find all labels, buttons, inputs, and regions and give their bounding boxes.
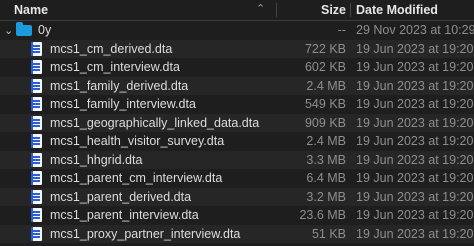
file-name: mcs1_proxy_partner_interview.dta — [50, 226, 241, 241]
file-row[interactable]: mcs1_parent_interview.dta 23.6 MB 19 Jun 2… — [0, 206, 474, 225]
folder-date-modified: 29 Nov 2023 at 10:29 — [356, 23, 474, 37]
folder-row[interactable]: ⌄ 0y -- 29 Nov 2023 at 10:29 — [0, 21, 474, 40]
folder-name: 0y — [38, 23, 52, 37]
column-divider[interactable] — [350, 3, 351, 17]
file-name: mcs1_family_derived.dta — [50, 78, 189, 93]
file-size: 2.4 MB — [306, 78, 346, 93]
date-modified-column-header[interactable]: Date Modified — [356, 3, 438, 17]
file-row[interactable]: mcs1_cm_derived.dta 722 KB 19 Jun 2023 at … — [0, 39, 474, 58]
file-date-modified: 19 Jun 2023 at 19:20 — [356, 78, 474, 93]
file-row[interactable]: mcs1_geographically_linked_data.dta 909 K… — [0, 113, 474, 132]
file-size: 51 KB — [311, 226, 346, 241]
file-size: 909 KB — [304, 115, 346, 130]
file-name: mcs1_cm_interview.dta — [50, 60, 180, 74]
file-row[interactable]: mcs1_proxy_partner_interview.dta 51 KB 19 … — [0, 224, 474, 243]
file-date-modified: 19 Jun 2023 at 19:20 — [356, 171, 474, 185]
folder-size: -- — [337, 23, 346, 37]
file-row[interactable]: mcs1_hhgrid.dta 3.3 MB 19 Jun 2023 at 19:2… — [0, 150, 474, 169]
folder-icon — [16, 22, 32, 36]
file-list: ⌄ 0y -- 29 Nov 2023 at 10:29 mcs1_cm_der… — [0, 21, 474, 243]
dta-file-icon — [31, 152, 42, 167]
file-date-modified: 19 Jun 2023 at 19:20 — [356, 41, 474, 56]
file-date-modified: 19 Jun 2023 at 19:20 — [356, 152, 474, 167]
file-date-modified: 19 Jun 2023 at 19:20 — [356, 115, 474, 130]
disclosure-chevron-down-icon[interactable]: ⌄ — [4, 24, 13, 37]
file-row[interactable]: mcs1_cm_interview.dta 602 KB 19 Jun 2023 a… — [0, 58, 474, 77]
column-header-bar: Name ⌃ Size Date Modified — [0, 0, 474, 21]
dta-file-icon — [31, 134, 42, 148]
size-column-header[interactable]: Size — [320, 3, 346, 17]
file-row[interactable]: mcs1_family_derived.dta 2.4 MB 19 Jun 2023… — [0, 76, 474, 95]
file-date-modified: 19 Jun 2023 at 19:20 — [356, 134, 474, 148]
file-size: 3.2 MB — [306, 189, 346, 204]
file-name: mcs1_health_visitor_survey.dta — [50, 134, 225, 148]
file-row[interactable]: mcs1_parent_derived.dta 3.2 MB 19 Jun 2023… — [0, 187, 474, 206]
file-size: 23.6 MB — [299, 208, 346, 222]
file-row[interactable]: mcs1_parent_cm_interview.dta 6.4 MB 19 Jun… — [0, 169, 474, 188]
dta-file-icon — [31, 60, 42, 74]
dta-file-icon — [31, 115, 42, 130]
dta-file-icon — [31, 78, 42, 93]
file-size: 722 KB — [304, 41, 346, 56]
dta-file-icon — [31, 41, 42, 56]
file-date-modified: 19 Jun 2023 at 19:20 — [356, 97, 474, 111]
file-name: mcs1_parent_cm_interview.dta — [50, 171, 223, 185]
file-name: mcs1_cm_derived.dta — [50, 41, 173, 56]
name-column-header[interactable]: Name — [14, 3, 48, 17]
file-size: 549 KB — [304, 97, 346, 111]
file-name: mcs1_family_interview.dta — [50, 97, 196, 111]
file-size: 3.3 MB — [306, 152, 346, 167]
file-date-modified: 19 Jun 2023 at 19:20 — [356, 208, 474, 222]
file-date-modified: 19 Jun 2023 at 19:20 — [356, 226, 474, 241]
file-row[interactable]: mcs1_health_visitor_survey.dta 2.4 MB 19 J… — [0, 132, 474, 151]
dta-file-icon — [31, 97, 42, 111]
dta-file-icon — [31, 208, 42, 222]
file-name: mcs1_parent_interview.dta — [50, 208, 199, 222]
file-size: 6.4 MB — [306, 171, 346, 185]
file-date-modified: 19 Jun 2023 at 19:20 — [356, 189, 474, 204]
file-size: 602 KB — [304, 60, 346, 74]
dta-file-icon — [31, 226, 42, 241]
sort-chevron-up-icon[interactable]: ⌃ — [256, 2, 265, 15]
column-divider[interactable] — [276, 3, 277, 17]
file-date-modified: 19 Jun 2023 at 19:20 — [356, 60, 474, 74]
file-name: mcs1_hhgrid.dta — [50, 152, 143, 167]
dta-file-icon — [31, 189, 42, 204]
file-row[interactable]: mcs1_family_interview.dta 549 KB 19 Jun 20… — [0, 95, 474, 114]
file-size: 2.4 MB — [306, 134, 346, 148]
file-name: mcs1_geographically_linked_data.dta — [50, 115, 260, 130]
file-name: mcs1_parent_derived.dta — [50, 189, 192, 204]
dta-file-icon — [31, 171, 42, 185]
